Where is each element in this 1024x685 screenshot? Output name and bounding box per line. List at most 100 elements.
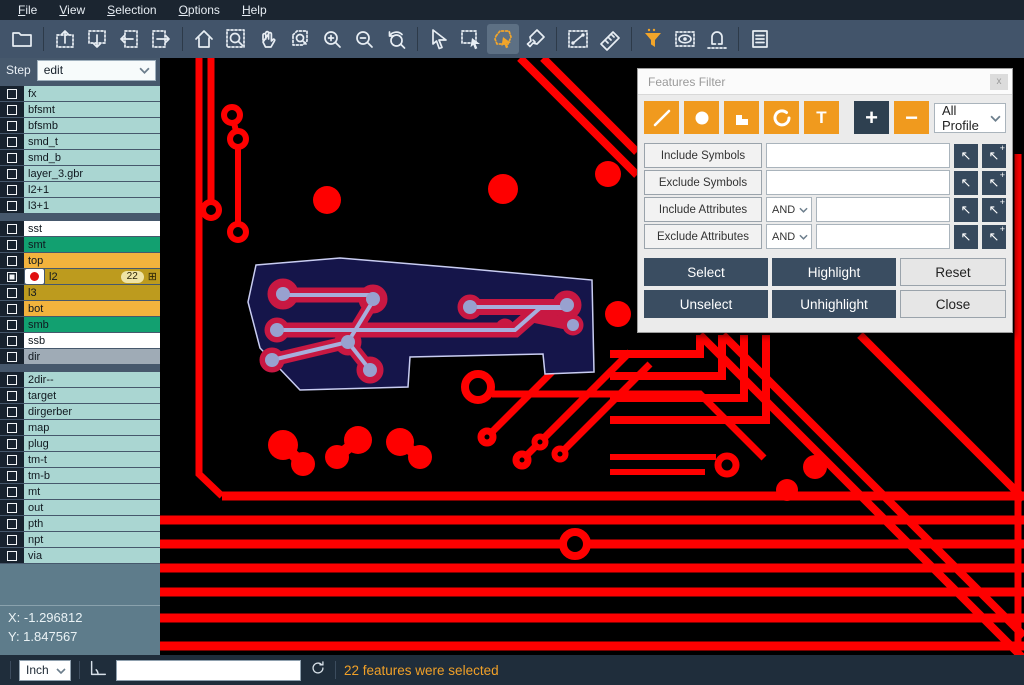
layer-visibility-checkbox[interactable]	[7, 153, 17, 163]
layer-visibility-checkbox[interactable]	[7, 471, 17, 481]
filter-label-button[interactable]: Exclude Attributes	[644, 224, 762, 249]
dialog-title-bar[interactable]: Features Filter x	[638, 69, 1012, 95]
layer-row[interactable]: ssb	[0, 333, 160, 348]
layer-visibility-checkbox[interactable]	[7, 503, 17, 513]
layer-row[interactable]: bfsmb	[0, 118, 160, 133]
zoom-home-icon[interactable]	[188, 24, 220, 54]
pick-from-canvas-icon[interactable]: ↖	[954, 171, 978, 195]
layer-row[interactable]: mt	[0, 484, 160, 499]
pan-left-icon[interactable]	[113, 24, 145, 54]
layer-row[interactable]: l2+1	[0, 182, 160, 197]
unit-select[interactable]: Inch	[19, 660, 71, 681]
filter-value-input[interactable]	[816, 197, 950, 222]
layer-visibility-checkbox[interactable]	[7, 455, 17, 465]
layer-row[interactable]: out	[0, 500, 160, 515]
layer-visibility-checkbox[interactable]	[7, 439, 17, 449]
pad-feature-icon[interactable]	[684, 101, 719, 134]
profile-select[interactable]: All Profile	[934, 103, 1006, 133]
layer-visibility-checkbox[interactable]	[7, 89, 17, 99]
layer-row[interactable]: map	[0, 420, 160, 435]
layer-row[interactable]: smd_b	[0, 150, 160, 165]
layer-row[interactable]: bot	[0, 301, 160, 316]
features-filter-icon[interactable]	[637, 24, 669, 54]
layer-visibility-checkbox[interactable]	[7, 535, 17, 545]
filter-label-button[interactable]: Include Symbols	[644, 143, 762, 168]
menu-help[interactable]: Help	[232, 1, 277, 19]
layer-visibility-checkbox[interactable]	[7, 272, 17, 282]
pan-up-icon[interactable]	[49, 24, 81, 54]
layer-row[interactable]: dirgerber	[0, 404, 160, 419]
layer-visibility-checkbox[interactable]	[7, 240, 17, 250]
layer-visibility-checkbox[interactable]	[7, 336, 17, 346]
layer-row[interactable]: smd_t	[0, 134, 160, 149]
arc-feature-icon[interactable]	[764, 101, 799, 134]
pick-add-from-canvas-icon[interactable]: ↖+	[982, 144, 1006, 168]
select-button[interactable]: Select	[644, 258, 768, 286]
layer-visibility-checkbox[interactable]	[7, 304, 17, 314]
zoom-selection-icon[interactable]	[284, 24, 316, 54]
filter-value-input[interactable]	[766, 143, 950, 168]
layer-row[interactable]: 2dir--	[0, 372, 160, 387]
layer-row[interactable]: pth	[0, 516, 160, 531]
layer-row[interactable]: sst	[0, 221, 160, 236]
highlight-button[interactable]: Highlight	[772, 258, 896, 286]
pick-from-canvas-icon[interactable]: ↖	[954, 198, 978, 222]
layer-visibility-checkbox[interactable]	[7, 121, 17, 131]
select-pointer-icon[interactable]	[423, 24, 455, 54]
layer-visibility-checkbox[interactable]	[7, 137, 17, 147]
pan-right-icon[interactable]	[145, 24, 177, 54]
layer-row[interactable]: smb	[0, 317, 160, 332]
zoom-window-icon[interactable]	[220, 24, 252, 54]
pick-add-from-canvas-icon[interactable]: ↖+	[982, 171, 1006, 195]
layer-visibility-checkbox[interactable]	[7, 256, 17, 266]
pan-hand-icon[interactable]	[252, 24, 284, 54]
pan-down-icon[interactable]	[81, 24, 113, 54]
layer-grid-icon[interactable]: ⊞	[144, 270, 160, 283]
logic-operator-select[interactable]: AND	[766, 197, 812, 222]
filter-label-button[interactable]: Exclude Symbols	[644, 170, 762, 195]
layer-row[interactable]: l222⊞	[0, 269, 160, 284]
text-feature-icon[interactable]: T	[804, 101, 839, 134]
layer-visibility-checkbox[interactable]	[7, 487, 17, 497]
snap-icon[interactable]	[701, 24, 733, 54]
layer-visibility-checkbox[interactable]	[7, 169, 17, 179]
layer-visibility-checkbox[interactable]	[7, 352, 17, 362]
pick-from-canvas-icon[interactable]: ↖	[954, 225, 978, 249]
command-input[interactable]	[116, 660, 301, 681]
layer-row[interactable]: l3+1	[0, 198, 160, 213]
layer-visibility-checkbox[interactable]	[7, 185, 17, 195]
layer-visibility-checkbox[interactable]	[7, 288, 17, 298]
filter-value-input[interactable]	[816, 224, 950, 249]
zoom-in-icon[interactable]	[316, 24, 348, 54]
layer-visibility-checkbox[interactable]	[7, 201, 17, 211]
selection-region[interactable]	[248, 258, 594, 390]
zoom-previous-icon[interactable]	[380, 24, 412, 54]
pick-from-canvas-icon[interactable]: ↖	[954, 144, 978, 168]
layer-row[interactable]: via	[0, 548, 160, 563]
surface-feature-icon[interactable]	[724, 101, 759, 134]
unselect-button[interactable]: Unselect	[644, 290, 768, 318]
layer-visibility-checkbox[interactable]	[7, 105, 17, 115]
layer-row[interactable]: bfsmt	[0, 102, 160, 117]
layer-visibility-checkbox[interactable]	[7, 320, 17, 330]
layer-row[interactable]: plug	[0, 436, 160, 451]
measure-ruler-icon[interactable]	[594, 24, 626, 54]
layer-row[interactable]: smt	[0, 237, 160, 252]
menu-file[interactable]: File	[8, 1, 47, 19]
layer-visibility-checkbox[interactable]	[7, 224, 17, 234]
zoom-out-icon[interactable]	[348, 24, 380, 54]
close-icon[interactable]: x	[990, 74, 1008, 90]
line-feature-icon[interactable]	[644, 101, 679, 134]
layer-row[interactable]: layer_3.gbr	[0, 166, 160, 181]
add-filter-icon[interactable]: +	[854, 101, 889, 134]
layer-visibility-checkbox[interactable]	[7, 423, 17, 433]
open-project-icon[interactable]	[6, 24, 38, 54]
filter-label-button[interactable]: Include Attributes	[644, 197, 762, 222]
layer-row[interactable]: fx	[0, 86, 160, 101]
view-options-icon[interactable]	[669, 24, 701, 54]
layer-row[interactable]: npt	[0, 532, 160, 547]
layer-row[interactable]: tm-t	[0, 452, 160, 467]
layer-row[interactable]: dir	[0, 349, 160, 364]
layer-row[interactable]: top	[0, 253, 160, 268]
select-polygon-icon[interactable]	[487, 24, 519, 54]
